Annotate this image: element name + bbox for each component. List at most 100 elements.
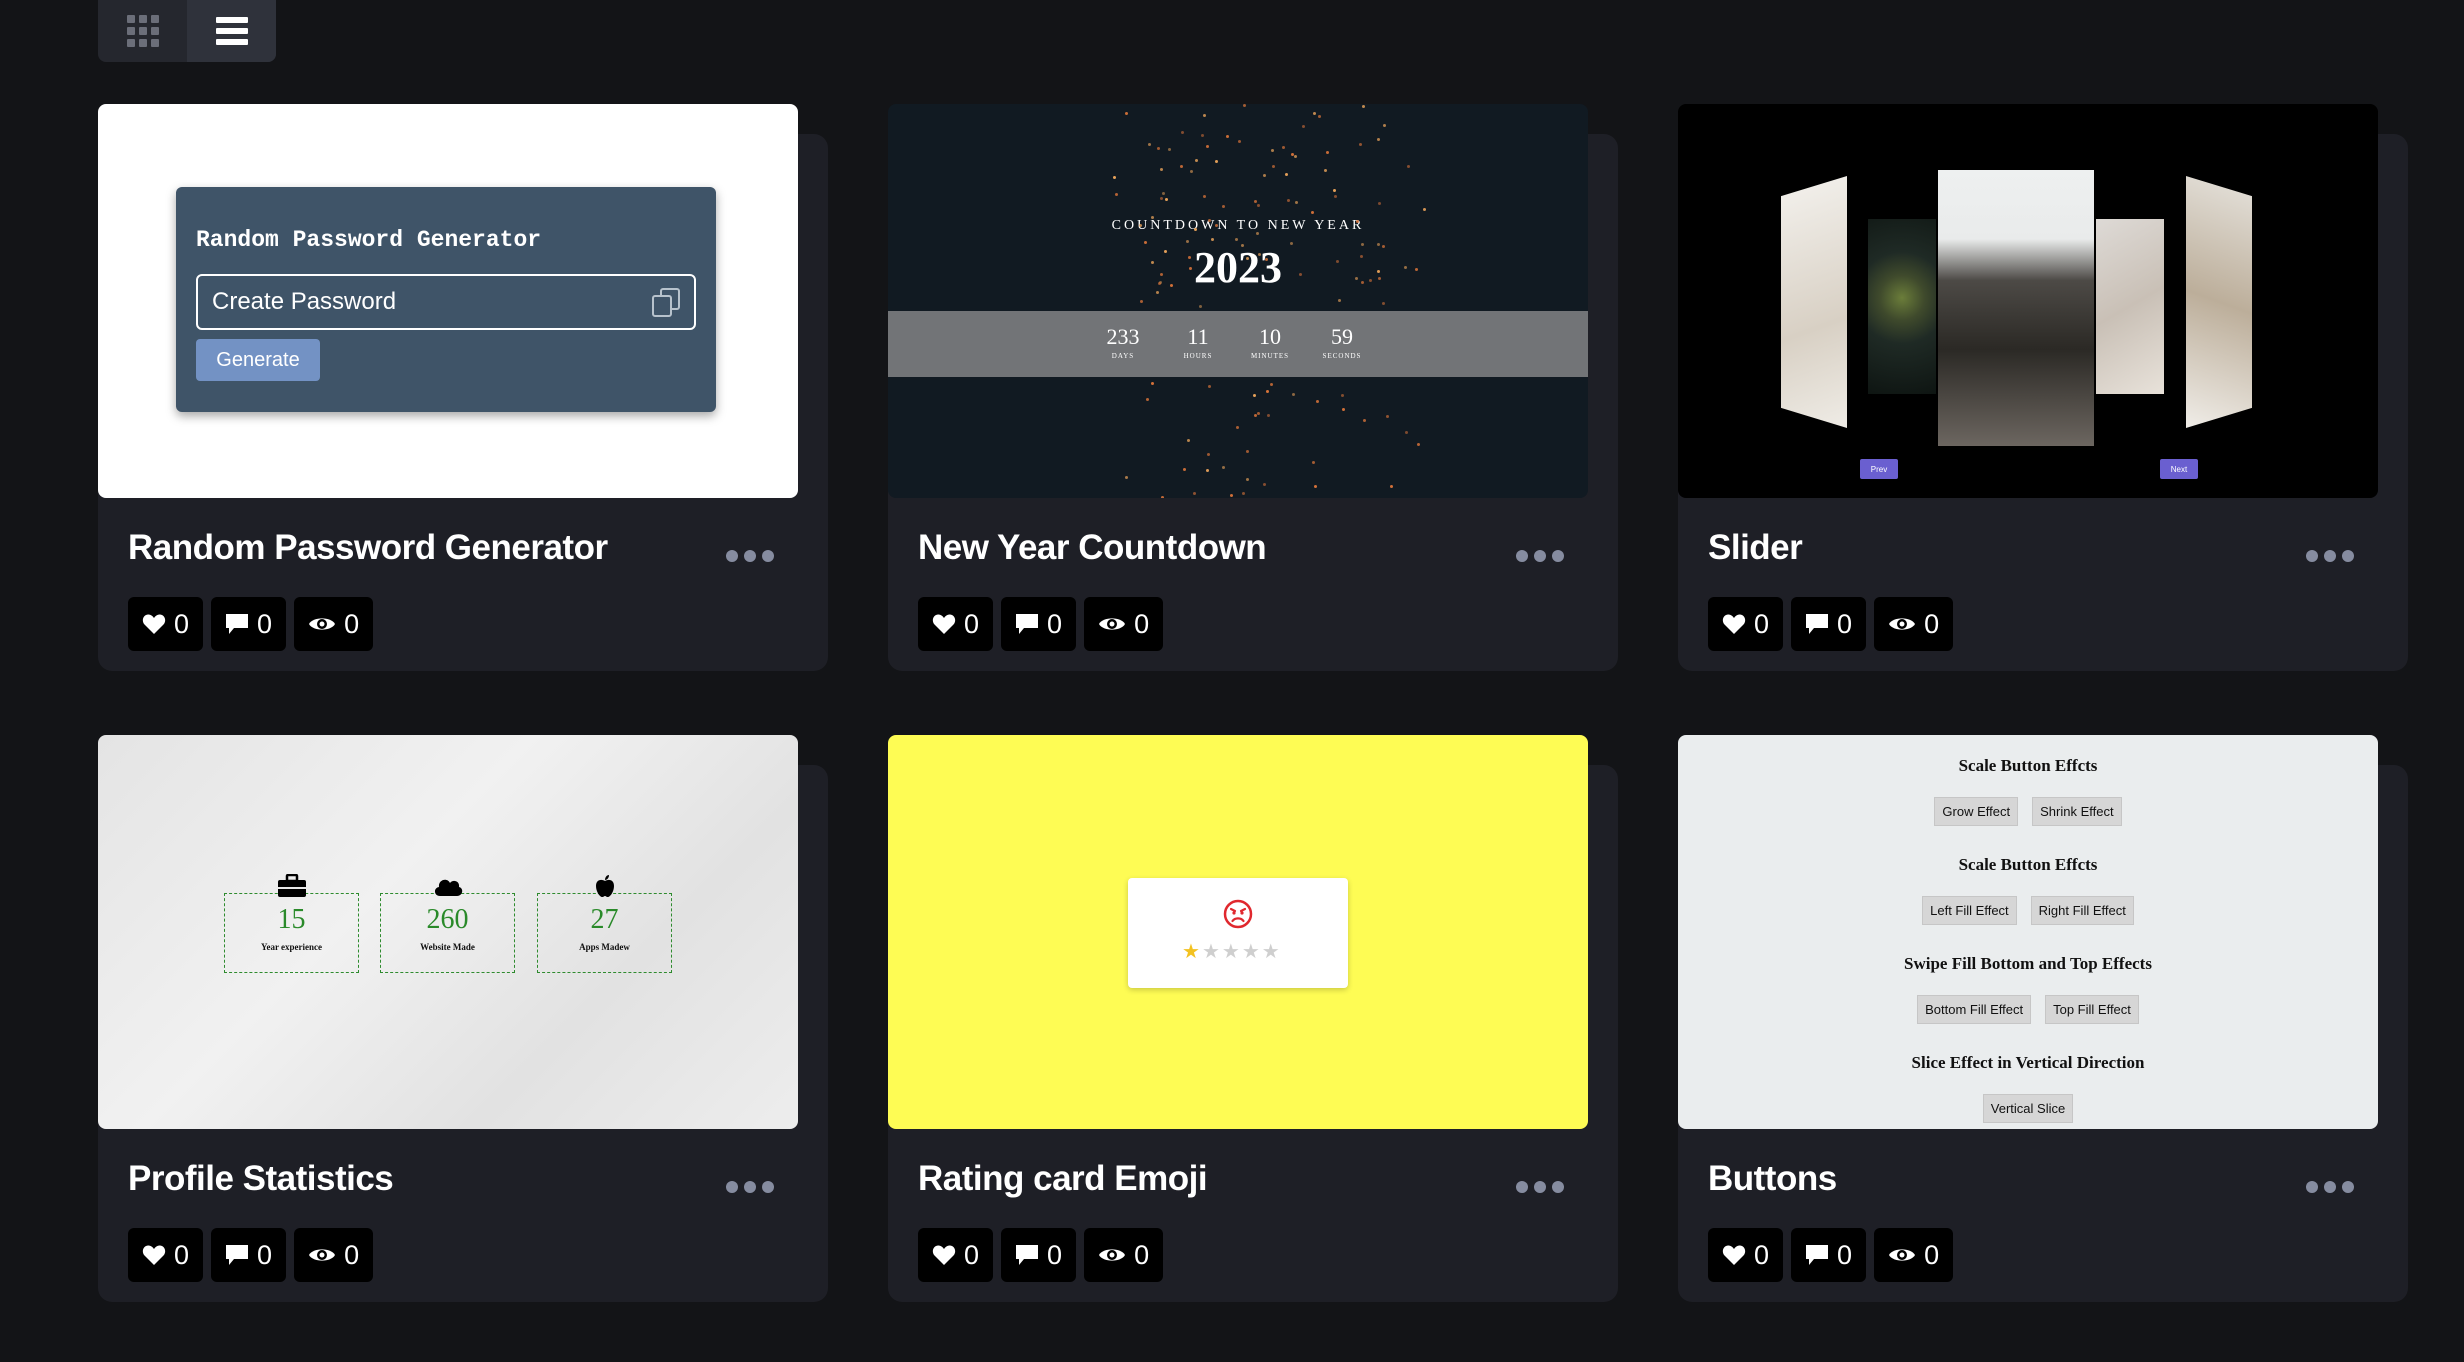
comment-button[interactable]: 0 (1001, 597, 1077, 651)
stat-label: Apps Madew (579, 942, 630, 952)
project-card: ★ ★ ★ ★ ★ Rating card Emoji 0 0 0 (888, 735, 1618, 1302)
comment-count: 0 (257, 1239, 273, 1270)
views-stat: 0 (1084, 597, 1164, 651)
sparkle-decoration (1423, 208, 1427, 212)
more-options-icon[interactable] (2306, 1181, 2354, 1193)
sparkle-decoration (1167, 148, 1171, 152)
sparkle-decoration (1382, 124, 1386, 128)
view-toggle (98, 0, 276, 62)
more-options-icon[interactable] (1516, 1181, 1564, 1193)
comment-icon (1016, 614, 1039, 634)
sparkle-decoration (1156, 290, 1160, 294)
card-stats: 0 0 0 (918, 597, 1164, 651)
sparkle-decoration (1390, 485, 1394, 489)
sparkle-decoration (1148, 143, 1152, 147)
sparkle-decoration (1281, 146, 1285, 150)
like-count: 0 (964, 1239, 980, 1270)
sparkle-decoration (1377, 276, 1381, 280)
sparkle-decoration (1237, 140, 1241, 144)
card-title[interactable]: Buttons (1708, 1159, 1837, 1199)
sparkle-decoration (1199, 304, 1203, 308)
card-title[interactable]: Rating card Emoji (918, 1159, 1208, 1199)
sparkle-decoration (1205, 468, 1209, 472)
comment-icon (226, 1245, 249, 1265)
comment-count: 0 (1047, 608, 1063, 639)
card-preview[interactable]: Scale Button Effcts Grow Effect Shrink E… (1678, 735, 2378, 1129)
sparkle-decoration (1203, 113, 1207, 117)
sparkle-decoration (1335, 260, 1339, 264)
sparkle-decoration (1291, 392, 1295, 396)
card-preview[interactable]: ★ ★ ★ ★ ★ (888, 735, 1588, 1129)
card-title[interactable]: Random Password Generator (128, 528, 608, 568)
sparkle-decoration (1362, 418, 1366, 422)
sparkle-decoration (1240, 244, 1244, 248)
countdown-label: DAYS (1111, 352, 1135, 360)
star-icon: ★ (1221, 941, 1240, 963)
like-count: 0 (174, 1239, 190, 1270)
sparkle-decoration (1386, 415, 1390, 419)
sparkle-decoration (1230, 494, 1234, 498)
comment-icon (1806, 614, 1829, 634)
sparkle-decoration (1215, 159, 1219, 163)
sparkle-decoration (1236, 425, 1239, 429)
star-icon: ★ (1201, 941, 1220, 963)
sparkle-decoration (1311, 210, 1315, 214)
sparkle-decoration (1313, 111, 1317, 115)
like-button[interactable]: 0 (1708, 1228, 1784, 1282)
sparkle-decoration (1222, 466, 1226, 470)
more-options-icon[interactable] (726, 1181, 774, 1193)
card-preview[interactable]: COUNTDOWN TO NEW YEAR 2023 233 DAYS 11 H… (888, 104, 1588, 498)
comment-button[interactable]: 0 (1001, 1228, 1077, 1282)
card-preview[interactable]: 15 Year experience 260 Website Made 27 A… (98, 735, 798, 1129)
like-button[interactable]: 0 (1708, 597, 1784, 651)
sparkle-decoration (1181, 131, 1185, 135)
sparkle-decoration (1193, 228, 1197, 232)
card-title[interactable]: New Year Countdown (918, 528, 1267, 568)
generate-button: Generate (196, 339, 320, 381)
card-title[interactable]: Profile Statistics (128, 1159, 394, 1199)
more-options-icon[interactable] (2306, 550, 2354, 562)
countdown-label: HOURS (1183, 352, 1213, 360)
sparkle-decoration (1185, 239, 1189, 243)
comment-button[interactable]: 0 (1791, 597, 1867, 651)
like-button[interactable]: 0 (918, 1228, 994, 1282)
card-preview[interactable]: Random Password Generator Create Passwor… (98, 104, 798, 498)
comment-button[interactable]: 0 (1791, 1228, 1867, 1282)
card-preview[interactable]: Prev Next (1678, 104, 2378, 498)
sparkle-decoration (1381, 244, 1385, 248)
slide-image (1781, 176, 1847, 428)
sparkle-decoration (1253, 413, 1257, 417)
next-button: Next (2160, 459, 2198, 479)
angry-face-icon (1223, 899, 1253, 929)
star-icon: ★ (1182, 941, 1200, 963)
card-title[interactable]: Slider (1708, 528, 1803, 568)
stat-value: 15 (277, 904, 306, 935)
project-card: Scale Button Effcts Grow Effect Shrink E… (1678, 735, 2408, 1302)
countdown-value: 10 (1259, 324, 1281, 349)
sparkle-decoration (1234, 238, 1238, 242)
demo-button: Vertical Slice (1982, 1094, 2074, 1123)
sparkle-decoration (1195, 159, 1199, 163)
sparkle-decoration (1145, 398, 1149, 402)
button-row: Vertical Slice (1678, 1094, 2378, 1123)
sparkle-decoration (1333, 194, 1337, 198)
comment-button[interactable]: 0 (211, 1228, 287, 1282)
sparkle-decoration (1113, 175, 1117, 179)
comment-button[interactable]: 0 (211, 597, 287, 651)
sparkle-decoration (1270, 383, 1274, 387)
eye-icon (309, 618, 336, 630)
sparkle-decoration (1286, 198, 1290, 202)
like-button[interactable]: 0 (128, 1228, 204, 1282)
like-button[interactable]: 0 (918, 597, 994, 651)
countdown-unit: 59 SECONDS (1307, 325, 1377, 361)
more-options-icon[interactable] (726, 550, 774, 562)
card-stats: 0 0 0 (128, 597, 374, 651)
section-heading: Scale Button Effcts (1958, 855, 2098, 874)
grid-view-button[interactable] (98, 0, 187, 62)
slide-image (2096, 219, 2164, 394)
more-options-icon[interactable] (1516, 550, 1564, 562)
countdown-year: 2023 (1194, 243, 1282, 292)
list-view-button[interactable] (187, 0, 276, 62)
sparkle-decoration (1333, 189, 1337, 193)
like-button[interactable]: 0 (128, 597, 204, 651)
